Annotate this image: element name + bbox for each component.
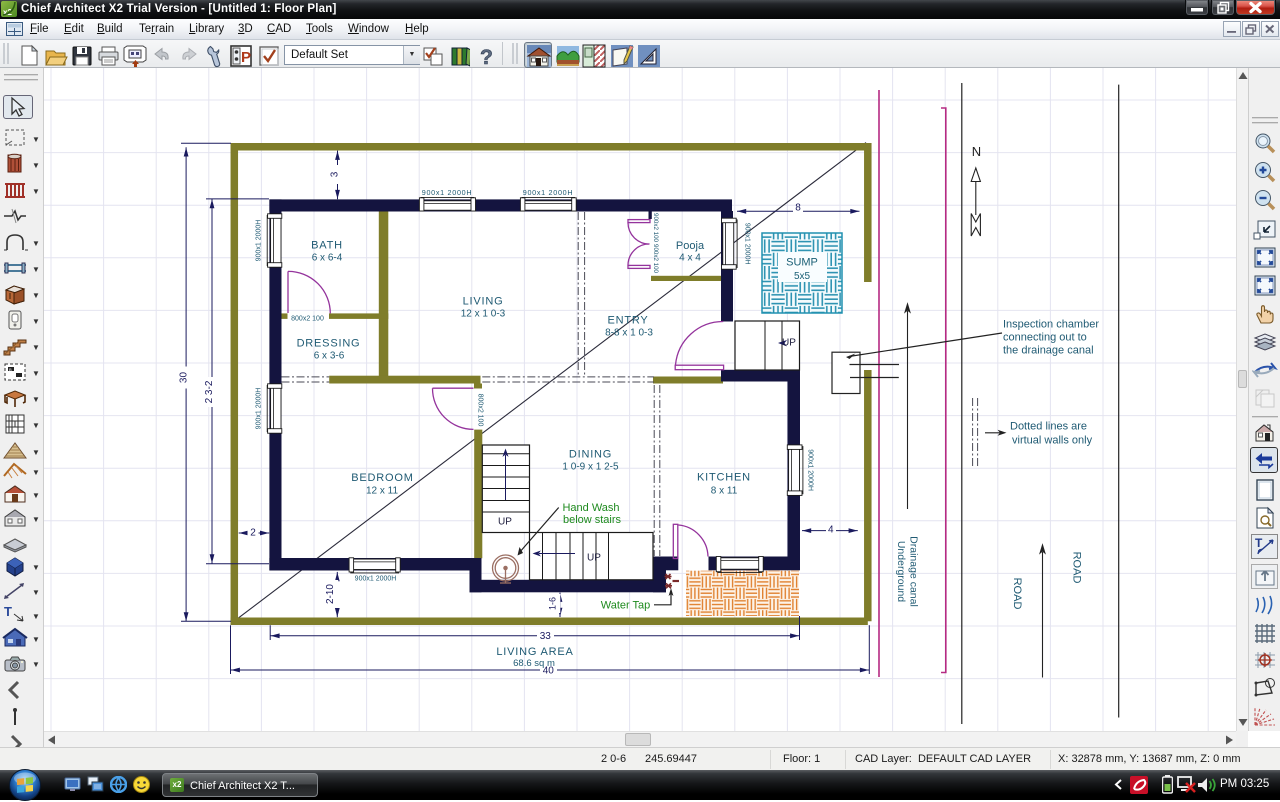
svg-text:BATH: BATH <box>311 240 343 252</box>
svg-text:900x2 100: 900x2 100 <box>652 244 659 273</box>
svg-text:SUMP: SUMP <box>786 257 818 269</box>
svg-text:900x2 100: 900x2 100 <box>652 213 659 242</box>
svg-text:the drainage canal: the drainage canal <box>1003 345 1094 357</box>
svg-text:33: 33 <box>540 631 552 642</box>
svg-text:8 x 11: 8 x 11 <box>711 486 738 497</box>
svg-text:T: T <box>1255 536 1263 550</box>
svg-text:2 3-2: 2 3-2 <box>204 380 215 403</box>
svg-text:Dotted lines are: Dotted lines are <box>1010 421 1087 433</box>
svg-text:N: N <box>972 144 981 159</box>
svg-text:4: 4 <box>828 525 834 536</box>
svg-text:virtual walls only: virtual walls only <box>1012 435 1093 447</box>
svg-text:900x1 2000H: 900x1 2000H <box>422 188 472 197</box>
svg-text:connecting out to: connecting out to <box>1003 332 1087 344</box>
svg-text:900x1 2000H: 900x1 2000H <box>807 449 814 491</box>
svg-text:?: ? <box>480 46 493 68</box>
svg-text:DRESSING: DRESSING <box>297 338 361 350</box>
svg-text:ROAD: ROAD <box>1071 552 1083 584</box>
svg-text:6 x 3-6: 6 x 3-6 <box>314 351 345 362</box>
svg-text:8-8 x 1 0-3: 8-8 x 1 0-3 <box>605 328 653 339</box>
svg-text:UP: UP <box>587 553 601 564</box>
svg-text:Water Tap: Water Tap <box>601 600 651 612</box>
svg-text:900x1 2000H: 900x1 2000H <box>355 576 397 583</box>
svg-text:900x1 2000H: 900x1 2000H <box>256 220 263 262</box>
svg-text:30: 30 <box>178 372 189 384</box>
svg-text:6 x 6-4: 6 x 6-4 <box>312 253 343 264</box>
svg-text:800x2 100: 800x2 100 <box>291 315 324 322</box>
svg-text:1-6: 1-6 <box>548 597 558 610</box>
svg-text:P: P <box>241 49 251 66</box>
svg-text:Underground: Underground <box>895 541 907 602</box>
svg-text:8: 8 <box>795 202 801 213</box>
svg-text:4 x 4: 4 x 4 <box>679 253 701 264</box>
svg-text:Hand Wash: Hand Wash <box>562 502 619 514</box>
svg-text:BEDROOM: BEDROOM <box>351 472 413 484</box>
svg-text:900x1 2000H: 900x1 2000H <box>523 188 573 197</box>
svg-text:2: 2 <box>250 528 256 539</box>
svg-text:5x5: 5x5 <box>794 271 811 282</box>
svg-text:ROAD: ROAD <box>1011 578 1023 610</box>
svg-text:T: T <box>4 604 12 619</box>
svg-text:2-10: 2-10 <box>325 584 336 604</box>
svg-text:900x1 2000H: 900x1 2000H <box>256 388 263 430</box>
svg-text:B: B <box>9 367 12 372</box>
svg-text:LIVING: LIVING <box>463 296 504 308</box>
svg-text:Drainage canal: Drainage canal <box>908 536 920 607</box>
svg-text:UP: UP <box>782 338 796 349</box>
svg-text:Inspection chamber: Inspection chamber <box>1003 319 1099 331</box>
svg-text:900x1 2000H: 900x1 2000H <box>744 223 751 265</box>
svg-text:40: 40 <box>543 666 555 677</box>
svg-text:ENTRY: ENTRY <box>607 315 648 327</box>
svg-text:12 x 1 0-3: 12 x 1 0-3 <box>461 309 506 320</box>
svg-text:1 0-9 x 1 2-5: 1 0-9 x 1 2-5 <box>562 462 619 473</box>
svg-text:3: 3 <box>330 171 341 177</box>
svg-text:DINING: DINING <box>569 449 612 461</box>
svg-text:below stairs: below stairs <box>563 514 622 526</box>
svg-text:800x2 100: 800x2 100 <box>477 394 484 427</box>
svg-text:Pooja: Pooja <box>676 240 705 252</box>
svg-text:LIVING AREA: LIVING AREA <box>496 646 573 658</box>
svg-text:UP: UP <box>498 517 512 528</box>
svg-text:12 x 11: 12 x 11 <box>366 486 398 497</box>
svg-text:KITCHEN: KITCHEN <box>697 472 751 484</box>
